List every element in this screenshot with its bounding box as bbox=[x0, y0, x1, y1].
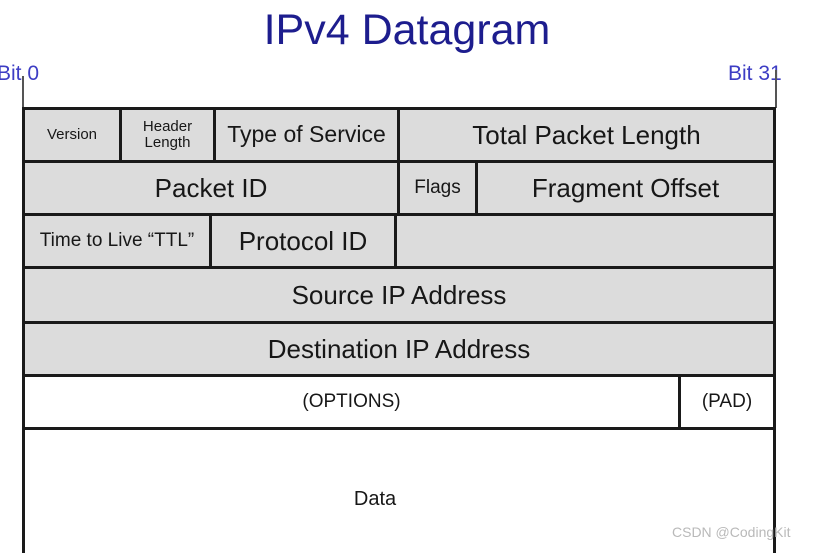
field-destination-ip-address: Destination IP Address bbox=[25, 324, 773, 374]
bit-31-label: Bit 31 bbox=[728, 62, 782, 85]
field-time-to-live: Time to Live “TTL” bbox=[25, 216, 209, 266]
field-packet-id: Packet ID bbox=[25, 163, 397, 213]
bit-0-tick-mark bbox=[22, 76, 24, 108]
field-pad: (PAD) bbox=[678, 377, 773, 427]
field-header-checksum-empty bbox=[394, 216, 773, 266]
field-version: Version bbox=[25, 110, 119, 160]
field-fragment-offset: Fragment Offset bbox=[475, 163, 773, 213]
field-protocol-id: Protocol ID bbox=[209, 216, 394, 266]
field-source-ip-address: Source IP Address bbox=[25, 269, 773, 321]
field-header-length: Header Length bbox=[119, 110, 213, 160]
bit-0-label: Bit 0 bbox=[0, 62, 40, 85]
field-type-of-service: Type of Service bbox=[213, 110, 397, 160]
field-flags: Flags bbox=[397, 163, 475, 213]
bit-31-tick-mark bbox=[775, 70, 777, 108]
field-data-label: Data bbox=[353, 488, 397, 510]
page-title: IPv4 Datagram bbox=[263, 6, 551, 54]
header-row-6: (OPTIONS) (PAD) bbox=[22, 374, 776, 427]
ipv4-datagram-slide: IPv4 Datagram Bit 0 Bit 31 Version Heade… bbox=[0, 0, 814, 553]
field-total-packet-length: Total Packet Length bbox=[397, 110, 773, 160]
header-row-2: Packet ID Flags Fragment Offset bbox=[22, 160, 776, 213]
field-options: (OPTIONS) bbox=[25, 377, 678, 427]
header-row-3: Time to Live “TTL” Protocol ID bbox=[22, 213, 776, 266]
ipv4-header-table: Version Header Length Type of Service To… bbox=[22, 107, 776, 427]
header-row-4: Source IP Address bbox=[22, 266, 776, 321]
header-row-1: Version Header Length Type of Service To… bbox=[22, 107, 776, 160]
watermark: CSDN @CodingKit bbox=[672, 524, 791, 540]
header-row-5: Destination IP Address bbox=[22, 321, 776, 374]
field-data-area: Data bbox=[22, 427, 776, 553]
